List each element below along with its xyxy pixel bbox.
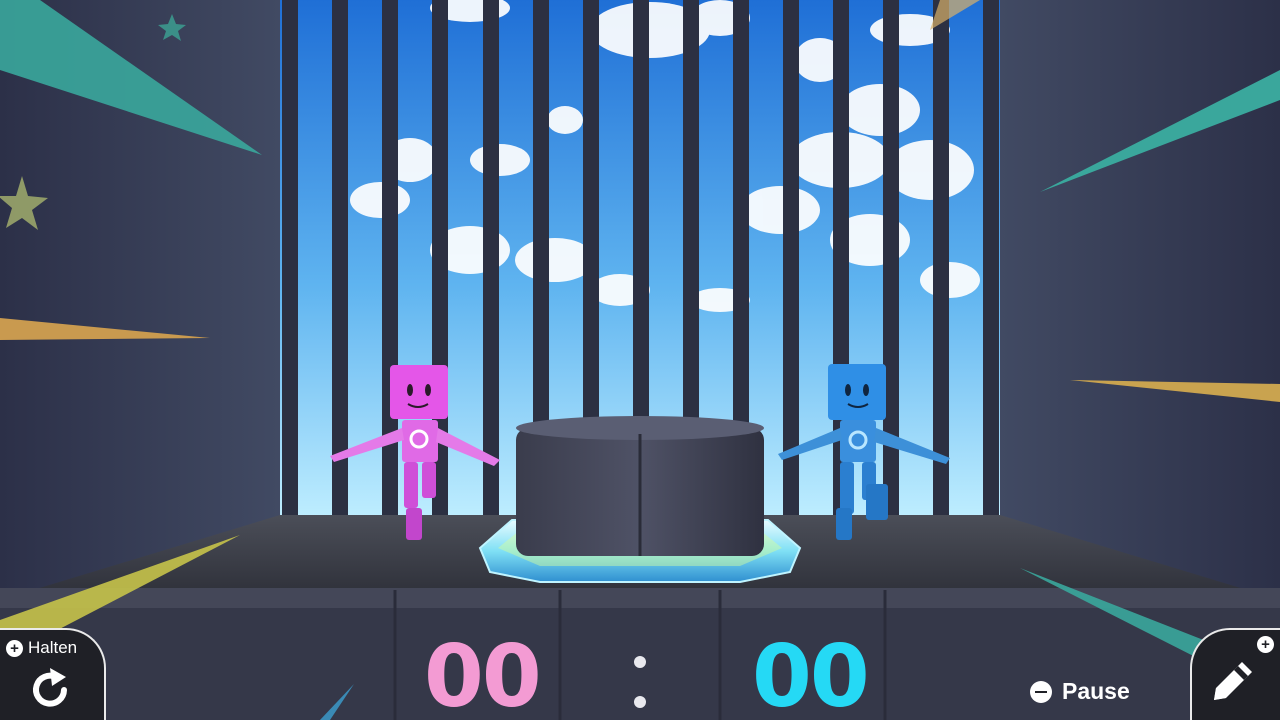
edit-button[interactable]: + xyxy=(1190,628,1280,720)
score-separator-dot-top xyxy=(634,656,646,668)
plus-circle-icon: + xyxy=(6,639,23,657)
score-right: 00 xyxy=(752,627,870,720)
edit-plus-icon: + xyxy=(1257,636,1274,653)
pause-label: Pause xyxy=(1062,678,1130,704)
minus-circle-icon xyxy=(1030,680,1052,703)
pencil-icon xyxy=(1214,662,1252,700)
hold-button[interactable]: + Halten xyxy=(0,628,106,720)
hold-label: Halten xyxy=(28,638,78,657)
arena-background xyxy=(0,0,1280,720)
pause-button[interactable]: Pause xyxy=(1030,678,1130,705)
score-left: 00 xyxy=(424,627,542,720)
score-separator-dot-bottom xyxy=(634,696,646,708)
hold-label-group: + Halten xyxy=(6,638,77,658)
game-scene: + Halten 00 00 Pause + xyxy=(0,0,1280,720)
rotate-arrow-icon xyxy=(33,668,67,707)
